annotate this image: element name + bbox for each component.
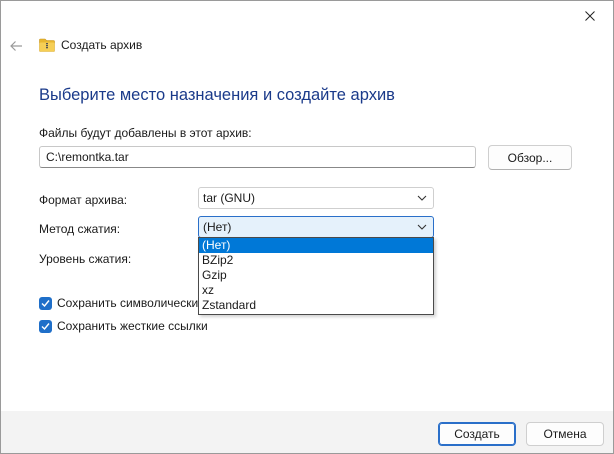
cancel-button[interactable]: Отмена [526, 422, 604, 446]
dropdown-option[interactable]: BZip2 [199, 253, 433, 268]
hardlinks-checkbox[interactable] [39, 319, 52, 333]
method-label: Метод сжатия: [39, 222, 121, 236]
hardlinks-checkbox-row[interactable]: Сохранить жесткие ссылки [39, 319, 208, 333]
dialog-footer: Создать Отмена [1, 411, 613, 453]
checkmark-icon [41, 299, 50, 307]
dropdown-option[interactable]: Zstandard [199, 298, 433, 313]
method-select-value: (Нет) [203, 220, 232, 234]
back-arrow-icon[interactable] [9, 39, 23, 53]
create-button[interactable]: Создать [438, 422, 516, 446]
format-select-value: tar (GNU) [203, 191, 255, 205]
dropdown-option[interactable]: (Нет) [199, 238, 433, 253]
close-button[interactable] [567, 1, 613, 31]
format-label: Формат архива: [39, 193, 128, 207]
checkmark-icon [41, 322, 50, 330]
hardlinks-label: Сохранить жесткие ссылки [57, 319, 208, 333]
page-heading: Выберите место назначения и создайте арх… [39, 86, 395, 104]
close-icon [585, 11, 595, 21]
create-archive-dialog: Создать архив Выберите место назначения … [0, 0, 614, 454]
archive-path-input[interactable]: C:\remontka.tar [39, 146, 476, 168]
files-label: Файлы будут добавлены в этот архив: [39, 126, 252, 140]
format-select[interactable]: tar (GNU) [198, 187, 434, 209]
symlinks-label: Сохранить символические [57, 296, 205, 310]
browse-button[interactable]: Обзор... [488, 145, 572, 170]
dialog-title: Создать архив [61, 38, 143, 52]
chevron-down-icon [417, 195, 427, 201]
symlinks-checkbox[interactable] [39, 296, 52, 310]
folder-archive-icon [39, 38, 55, 52]
method-dropdown-list: (Нет) BZip2 Gzip xz Zstandard [198, 237, 434, 315]
chevron-down-icon [417, 224, 427, 230]
symlinks-checkbox-row[interactable]: Сохранить символические [39, 296, 205, 310]
level-label: Уровень сжатия: [39, 252, 132, 266]
dropdown-option[interactable]: xz [199, 283, 433, 298]
dropdown-option[interactable]: Gzip [199, 268, 433, 283]
method-select[interactable]: (Нет) [198, 216, 434, 238]
